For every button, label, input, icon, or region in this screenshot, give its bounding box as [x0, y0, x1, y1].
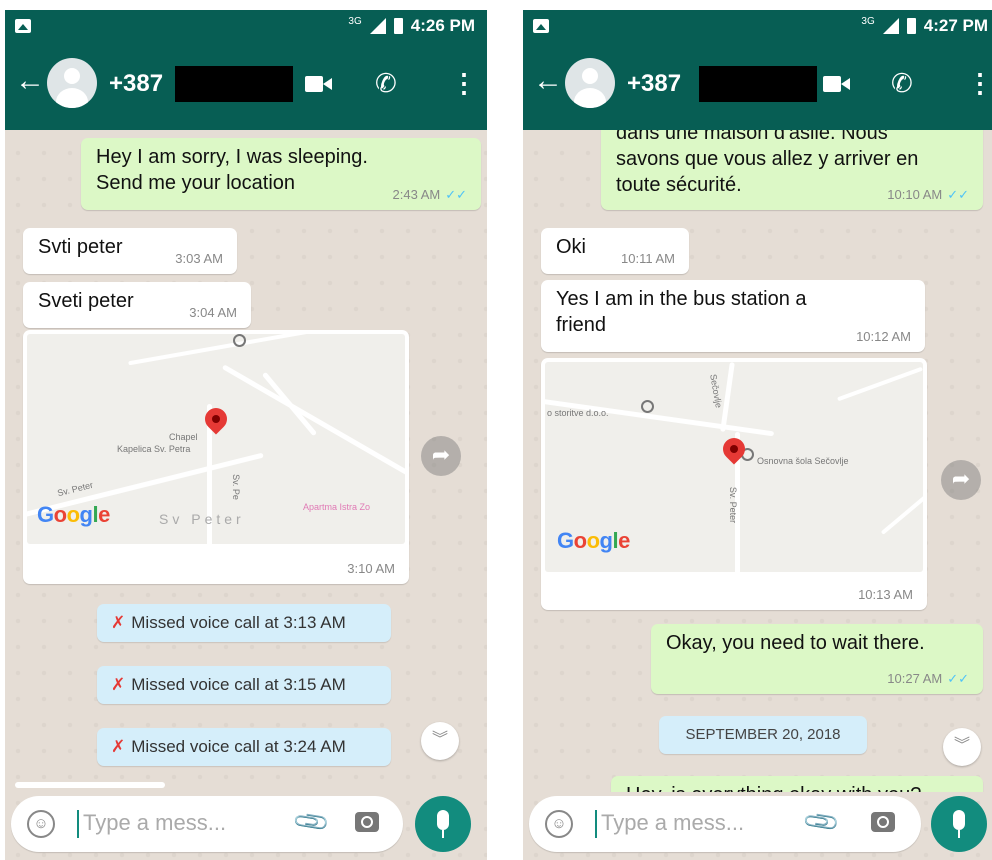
chat-header: ← +387 ✆ ⋮ [523, 44, 992, 130]
gallery-notification-icon [15, 19, 31, 33]
attach-icon[interactable]: 📎 [801, 802, 843, 843]
message-time: 2:43 AM ✓✓ [392, 187, 468, 202]
read-receipt-icon: ✓✓ [947, 187, 969, 202]
message-time: 3:03 AM [175, 251, 223, 266]
forward-icon[interactable]: ➦ [941, 460, 981, 500]
missed-call-icon: ✗ [111, 613, 126, 632]
read-receipt-icon: ✓✓ [445, 187, 467, 202]
gallery-notification-icon [533, 19, 549, 33]
more-options-icon[interactable]: ⋮ [967, 68, 992, 99]
scroll-down-icon[interactable]: ︾ [421, 722, 459, 760]
text-cursor [595, 810, 597, 838]
camera-icon[interactable] [355, 812, 379, 832]
google-logo: Google [557, 528, 630, 553]
location-message[interactable]: Chapel Kapelica Sv. Petra Sv. Peter Sv. … [23, 330, 409, 584]
date-divider: SEPTEMBER 20, 2018 [659, 716, 867, 754]
message-time: 10:13 AM [858, 587, 913, 602]
scroll-down-icon[interactable]: ︾ [943, 728, 981, 766]
missed-call-notice: ✗ Missed voice call at 3:24 AM [97, 728, 391, 766]
missed-call-icon: ✗ [111, 737, 126, 756]
contact-number[interactable]: +387 [627, 70, 681, 98]
message-bubble-incoming[interactable]: Yes I am in the bus station a friend 10:… [541, 280, 925, 352]
message-text: Hey I am sorry, I was sleeping. Send me … [96, 146, 368, 194]
status-bar: 3G 4:27 PM [523, 10, 992, 44]
message-bubble-incoming[interactable]: Oki 10:11 AM [541, 228, 689, 274]
message-text: dans une maison d'asile. Nous savons que… [616, 130, 919, 196]
message-text: Yes I am in the bus station a friend [556, 288, 807, 336]
location-pin-icon [200, 403, 232, 435]
text-cursor [77, 810, 79, 838]
attach-icon[interactable]: 📎 [291, 802, 333, 843]
status-time: 4:27 PM [923, 16, 988, 35]
camera-icon[interactable] [871, 812, 895, 832]
message-placeholder[interactable]: Type a mess... [83, 810, 226, 836]
voice-call-icon[interactable]: ✆ [375, 68, 397, 99]
missed-call-notice: ✗ Missed voice call at 3:13 AM [97, 604, 391, 642]
message-bubble-partial [15, 782, 165, 788]
signal-icon [882, 18, 899, 34]
message-list[interactable]: dans une maison d'asile. Nous savons que… [523, 130, 992, 792]
battery-icon [906, 18, 916, 34]
contact-number[interactable]: +387 [109, 70, 163, 98]
signal-icon [369, 18, 386, 34]
map-thumbnail[interactable]: o storitve d.o.o. Osnovna šola Sečovlje … [545, 362, 923, 572]
google-logo: Google [37, 502, 110, 527]
status-bar: 3G 4:26 PM [5, 10, 487, 44]
location-message[interactable]: o storitve d.o.o. Osnovna šola Sečovlje … [541, 358, 927, 610]
chat-screen-left: 3G 4:26 PM ← +387 ✆ ⋮ Hey I am sorry, I … [5, 10, 487, 860]
battery-icon [393, 18, 403, 34]
missed-call-icon: ✗ [111, 675, 126, 694]
back-arrow-icon[interactable]: ← [533, 66, 563, 96]
network-type: 3G [348, 15, 362, 27]
emoji-icon[interactable]: ☺ [545, 810, 573, 838]
message-text: Hey, is everything okay with you? [626, 782, 921, 792]
message-text: Sveti peter [38, 290, 134, 312]
status-time: 4:26 PM [410, 16, 475, 35]
redacted-number [175, 66, 293, 102]
emoji-icon[interactable]: ☺ [27, 810, 55, 838]
read-receipt-icon: ✓✓ [947, 671, 969, 686]
message-text: Okay, you need to wait there. [666, 632, 925, 654]
missed-call-notice: ✗ Missed voice call at 3:15 AM [97, 666, 391, 704]
message-input[interactable]: ☺ Type a mess... 📎 [11, 796, 403, 852]
video-call-icon[interactable] [823, 74, 853, 96]
message-time: 10:27 AM ✓✓ [887, 671, 969, 686]
chat-screen-right: 3G 4:27 PM ← +387 ✆ ⋮ dans une maison d'… [523, 10, 992, 860]
message-text: Oki [556, 236, 586, 258]
avatar[interactable] [565, 58, 615, 108]
message-time: 10:11 AM [621, 251, 675, 266]
microphone-button[interactable] [415, 796, 471, 852]
map-thumbnail[interactable]: Chapel Kapelica Sv. Petra Sv. Peter Sv. … [27, 334, 405, 544]
avatar[interactable] [47, 58, 97, 108]
more-options-icon[interactable]: ⋮ [451, 68, 477, 99]
chat-header: ← +387 ✆ ⋮ [5, 44, 487, 130]
message-bubble-outgoing[interactable]: Hey I am sorry, I was sleeping. Send me … [81, 138, 481, 210]
message-bubble-outgoing[interactable]: Hey, is everything okay with you? [611, 776, 983, 792]
microphone-button[interactable] [931, 796, 987, 852]
forward-icon[interactable]: ➦ [421, 436, 461, 476]
message-list[interactable]: Hey I am sorry, I was sleeping. Send me … [5, 130, 487, 792]
message-time: 3:04 AM [189, 305, 237, 320]
message-time: 10:10 AM ✓✓ [887, 187, 969, 202]
message-input[interactable]: ☺ Type a mess... 📎 [529, 796, 921, 852]
message-bubble-incoming[interactable]: Sveti peter 3:04 AM [23, 282, 251, 328]
message-bubble-outgoing[interactable]: dans une maison d'asile. Nous savons que… [601, 130, 983, 210]
message-bubble-outgoing[interactable]: Okay, you need to wait there. 10:27 AM ✓✓ [651, 624, 983, 694]
redacted-number [699, 66, 817, 102]
video-call-icon[interactable] [305, 74, 335, 96]
message-time: 3:10 AM [347, 561, 395, 576]
message-placeholder[interactable]: Type a mess... [601, 810, 744, 836]
message-time: 10:12 AM [856, 329, 911, 344]
back-arrow-icon[interactable]: ← [15, 66, 45, 96]
network-type: 3G [861, 15, 875, 27]
message-bubble-incoming[interactable]: Svti peter 3:03 AM [23, 228, 237, 274]
message-text: Svti peter [38, 236, 123, 258]
voice-call-icon[interactable]: ✆ [891, 68, 913, 99]
